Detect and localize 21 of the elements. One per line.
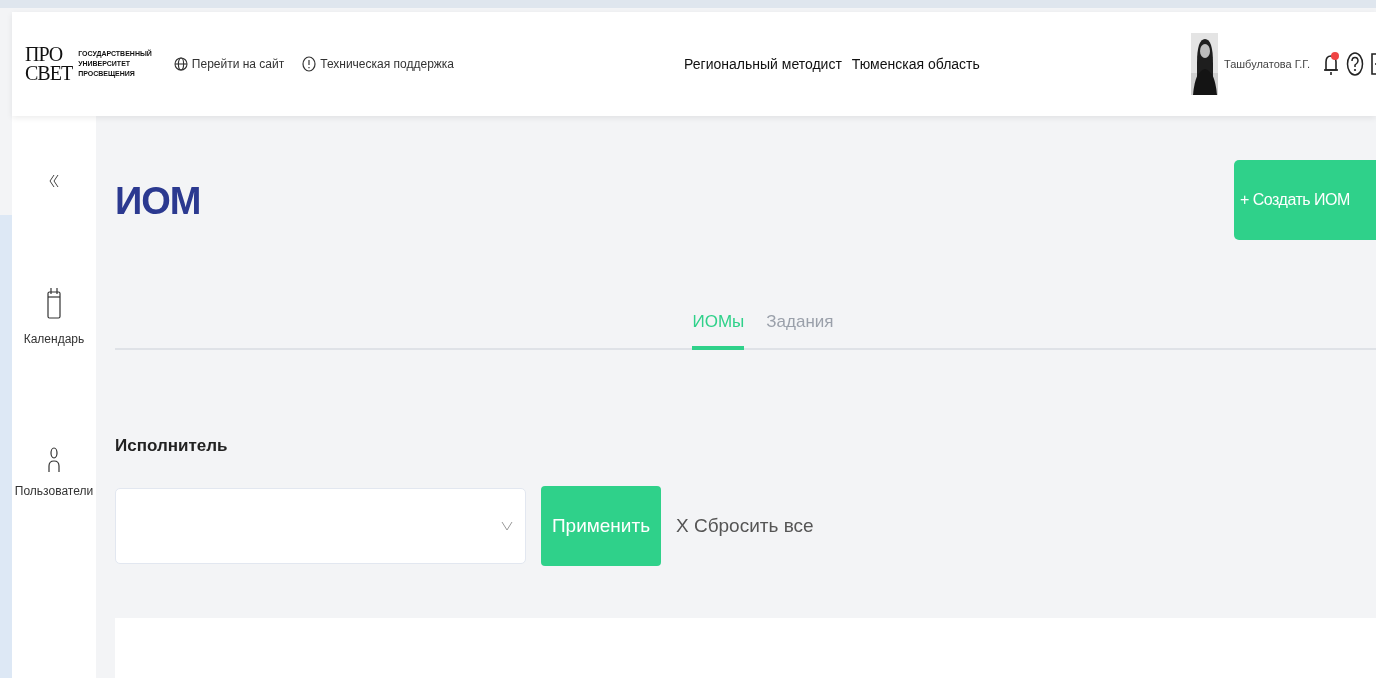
logo-text: СВЕТ (25, 64, 73, 83)
bell-icon[interactable] (1322, 51, 1340, 77)
help-icon[interactable] (1346, 51, 1364, 77)
header-link[interactable]: Перейти на сайт (173, 57, 285, 71)
sidebar-item[interactable]: Пользователи (14, 446, 94, 498)
chevron-down-icon (501, 521, 513, 531)
page-title: ИОМ (115, 180, 201, 223)
globe-icon (173, 57, 188, 71)
reset-link[interactable]: X Сбросить все (676, 515, 814, 537)
user-role: Региональный методист (684, 56, 842, 72)
filter-label: Исполнитель (115, 436, 229, 456)
select-field[interactable] (115, 488, 526, 564)
collapse-icon[interactable] (49, 174, 59, 188)
sidebar-item[interactable]: Календарь (23, 286, 85, 346)
logo-text: ПРО (25, 45, 64, 64)
user-icon (47, 446, 61, 472)
region-name: Тюменская область (851, 56, 980, 72)
calendar-icon (47, 286, 61, 320)
user-name[interactable]: Ташбулатова Г.Г. (1223, 58, 1310, 70)
alert-icon (302, 56, 317, 72)
header-link[interactable]: Техническая поддержка (302, 56, 455, 72)
